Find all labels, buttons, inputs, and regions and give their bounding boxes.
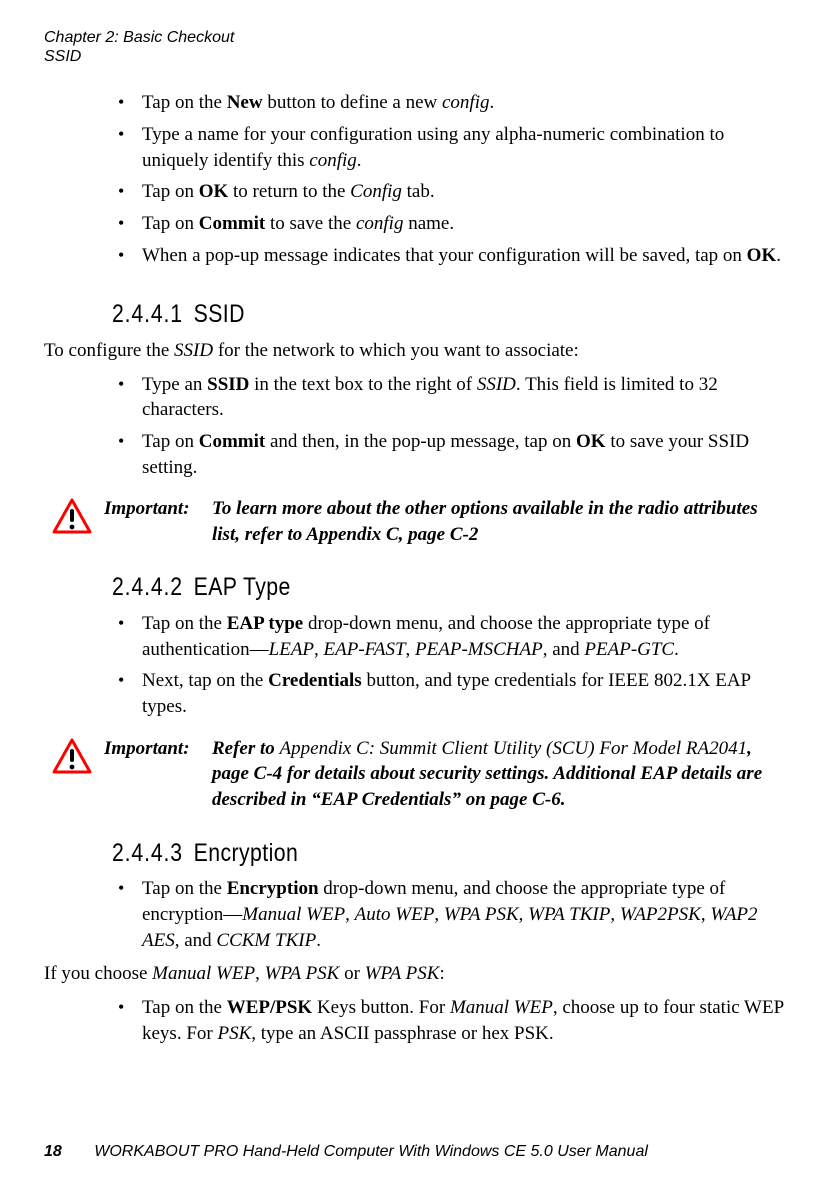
note-text: To learn more about the other options av… [212, 496, 782, 547]
list-item: Tap on the Encryption drop-down menu, an… [112, 876, 790, 959]
heading-title: Encryption [194, 837, 299, 871]
warning-icon [52, 498, 92, 534]
paragraph: To configure the SSID for the network to… [44, 338, 790, 364]
heading-number: 2.4.4.3 [112, 837, 194, 871]
heading-title: EAP Type [194, 571, 291, 605]
note-label: Important: [104, 496, 212, 522]
important-note: Important:Refer to Appendix C: Summit Cl… [52, 736, 790, 813]
note-label: Important: [104, 736, 212, 762]
encryption-list: Tap on the Encryption drop-down menu, an… [112, 876, 790, 959]
heading-2443: 2.4.4.3 Encryption [112, 837, 688, 871]
chapter-line: Chapter 2: Basic Checkout [44, 28, 790, 47]
paragraph: If you choose Manual WEP, WPA PSK or WPA… [44, 961, 790, 987]
encryption-list-2: Tap on the WEP/PSK Keys button. For Manu… [112, 995, 790, 1052]
note-text: Refer to Appendix C: Summit Client Utili… [212, 736, 782, 813]
list-item: Tap on the WEP/PSK Keys button. For Manu… [112, 995, 790, 1052]
important-note: Important:To learn more about the other … [52, 496, 790, 547]
body-content: Tap on the New button to define a new co… [112, 90, 790, 1052]
note-body: Important:Refer to Appendix C: Summit Cl… [104, 736, 782, 813]
intro-list: Tap on the New button to define a new co… [112, 90, 790, 274]
footer-text: WORKABOUT PRO Hand-Held Computer With Wi… [94, 1143, 648, 1160]
heading-2441: 2.4.4.1 SSID [112, 298, 688, 332]
section-line: SSID [44, 47, 790, 66]
running-head: Chapter 2: Basic Checkout SSID [44, 28, 790, 66]
list-item: Tap on OK to return to the Config tab. [112, 179, 790, 211]
list-item: Tap on Commit to save the config name. [112, 211, 790, 243]
list-item: Tap on Commit and then, in the pop-up me… [112, 429, 790, 486]
list-item: Type a name for your configuration using… [112, 122, 790, 179]
heading-number: 2.4.4.1 [112, 298, 194, 332]
note-body: Important:To learn more about the other … [104, 496, 782, 547]
heading-title: SSID [194, 298, 245, 332]
footer: 18 WORKABOUT PRO Hand-Held Computer With… [44, 1141, 648, 1163]
list-item: Type an SSID in the text box to the righ… [112, 372, 790, 429]
eap-list: Tap on the EAP type drop-down menu, and … [112, 611, 790, 726]
heading-2442: 2.4.4.2 EAP Type [112, 571, 688, 605]
list-item: Tap on the EAP type drop-down menu, and … [112, 611, 790, 668]
heading-number: 2.4.4.2 [112, 571, 194, 605]
ssid-list: Type an SSID in the text box to the righ… [112, 372, 790, 487]
list-item: When a pop-up message indicates that you… [112, 243, 790, 275]
page: Chapter 2: Basic Checkout SSID Tap on th… [0, 0, 834, 1197]
warning-icon [52, 738, 92, 774]
list-item: Next, tap on the Credentials button, and… [112, 668, 790, 725]
page-number: 18 [44, 1143, 62, 1160]
list-item: Tap on the New button to define a new co… [112, 90, 790, 122]
